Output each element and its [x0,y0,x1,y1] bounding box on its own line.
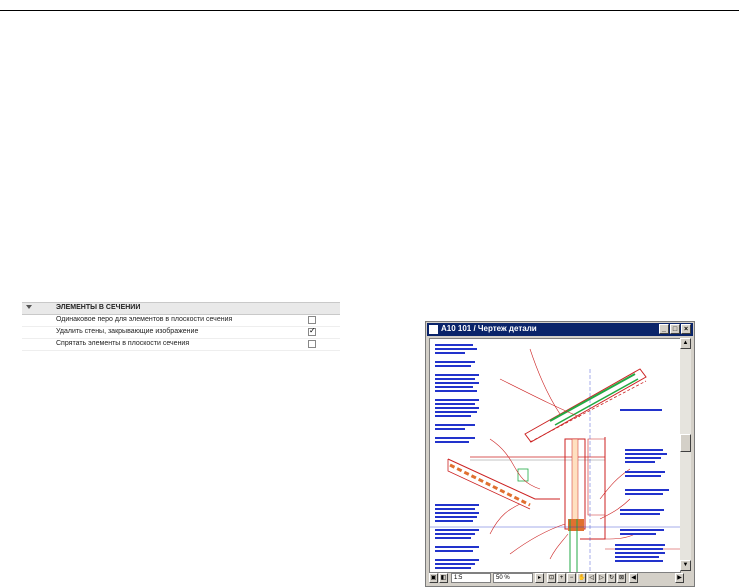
zoom-out-icon[interactable]: − [567,573,576,583]
row-label: Одинаковое перо для элементов в плоскост… [56,316,233,323]
fit-window-icon[interactable]: ⊠ [617,573,626,583]
section-elements-panel: ЭЛЕМЕНТЫ В СЕЧЕНИИ Одинаковое перо для э… [22,302,340,351]
window-app-icon [429,325,438,334]
row-label: Удалить стены, закрывающие изображение [56,328,199,335]
row-label: Спрятать элементы в плоскости сечения [56,340,190,347]
collapse-triangle-icon[interactable] [26,305,32,309]
window-status-bar: ▣ ◧ 1:5 50 % ▸ ⊡ + − ✋ ◁ ▷ ↻ ⊠ ◀ ▶ [429,572,691,584]
panel-row-same-pen: Одинаковое перо для элементов в плоскост… [22,315,340,327]
scale-field[interactable]: 1:5 [451,573,491,583]
scroll-left-arrow-icon[interactable]: ◀ [629,573,638,583]
zoom-in-icon[interactable]: + [557,573,566,583]
close-button[interactable]: × [681,324,691,334]
hide-elements-checkbox[interactable] [308,340,316,348]
zoom-previous-icon[interactable]: ◁ [587,573,596,583]
top-divider-line [0,10,739,11]
panel-header-title: ЭЛЕМЕНТЫ В СЕЧЕНИИ [56,304,141,311]
panel-header[interactable]: ЭЛЕМЕНТЫ В СЕЧЕНИИ [22,302,340,315]
maximize-button[interactable]: □ [670,324,680,334]
zoom-field[interactable]: 50 % [493,573,533,583]
pan-hand-icon[interactable]: ✋ [577,573,586,583]
scroll-up-arrow-icon[interactable]: ▲ [680,338,691,349]
window-title-bar[interactable]: A10 101 / Чертеж детали _ □ × [427,323,693,336]
roof-detail-drawing [430,344,680,572]
minimize-button[interactable]: _ [659,324,669,334]
drawing-canvas[interactable] [429,338,681,573]
vertical-scrollbar[interactable]: ▲ ▼ [680,338,691,571]
rotate-view-icon[interactable]: ↻ [607,573,616,583]
scroll-right-arrow-icon[interactable]: ▶ [675,573,684,583]
window-title: A10 101 / Чертеж детали [441,324,537,333]
same-pen-checkbox[interactable] [308,316,316,324]
panel-row-remove-walls: Удалить стены, закрывающие изображение [22,326,340,339]
scroll-down-arrow-icon[interactable]: ▼ [680,560,691,571]
view-icon[interactable]: ◧ [439,573,448,583]
scroll-thumb[interactable] [680,434,691,452]
zoom-fit-icon[interactable]: ⊡ [547,573,556,583]
detail-drawing-window: A10 101 / Чертеж детали _ □ × ▲ ▼ ▣ ◧ 1:… [425,321,695,587]
remove-walls-checkbox[interactable] [308,326,316,336]
zoom-next-icon[interactable]: ▷ [597,573,606,583]
panel-row-hide-elements: Спрятать элементы в плоскости сечения [22,339,340,351]
layer-icon[interactable]: ▣ [429,573,438,583]
zoom-menu-arrow-icon[interactable]: ▸ [535,573,544,583]
